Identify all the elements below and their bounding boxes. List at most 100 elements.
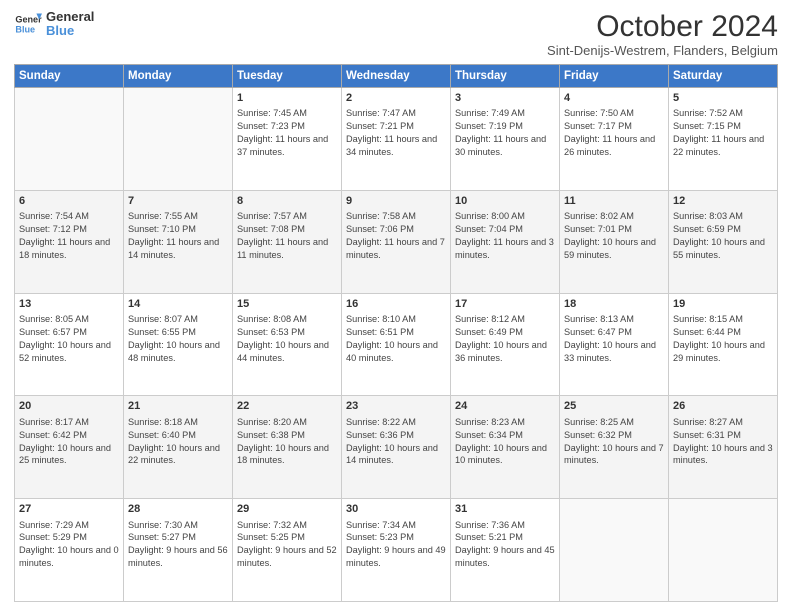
day-info: Sunrise: 8:23 AMSunset: 6:34 PMDaylight:… — [455, 416, 555, 468]
calendar-cell: 28 Sunrise: 7:30 AMSunset: 5:27 PMDayligh… — [124, 499, 233, 602]
day-info: Sunrise: 7:32 AMSunset: 5:25 PMDaylight:… — [237, 519, 337, 571]
week-row-2: 6Sunrise: 7:54 AMSunset: 7:12 PMDaylight… — [15, 190, 778, 293]
day-info: Sunrise: 7:45 AMSunset: 7:23 PMDaylight:… — [237, 107, 337, 159]
weekday-header-thursday: Thursday — [451, 65, 560, 88]
calendar-cell: 20Sunrise: 8:17 AMSunset: 6:42 PMDayligh… — [15, 396, 124, 499]
svg-text:Blue: Blue — [15, 25, 35, 35]
calendar-cell — [124, 88, 233, 191]
weekday-header-tuesday: Tuesday — [233, 65, 342, 88]
calendar-cell: 14Sunrise: 8:07 AMSunset: 6:55 PMDayligh… — [124, 293, 233, 396]
logo-icon: General Blue — [14, 10, 42, 38]
day-number: 18 — [564, 297, 664, 312]
day-info: Sunrise: 8:18 AMSunset: 6:40 PMDaylight:… — [128, 416, 228, 468]
day-number: 31 — [455, 502, 555, 517]
page: General Blue General Blue October 2024 S… — [0, 0, 792, 612]
week-row-3: 13Sunrise: 8:05 AMSunset: 6:57 PMDayligh… — [15, 293, 778, 396]
day-number: 5 — [673, 91, 773, 106]
day-info: Sunrise: 8:22 AMSunset: 6:36 PMDaylight:… — [346, 416, 446, 468]
day-number: 28 — [128, 502, 228, 517]
calendar-cell: 21 Sunrise: 8:18 AMSunset: 6:40 PMDayligh… — [124, 396, 233, 499]
day-info: Sunrise: 8:00 AMSunset: 7:04 PMDaylight:… — [455, 210, 555, 262]
day-number: 17 — [455, 297, 555, 312]
calendar-cell: 11Sunrise: 8:02 AMSunset: 7:01 PMDayligh… — [560, 190, 669, 293]
logo-blue: Blue — [46, 24, 94, 38]
weekday-header-row: SundayMondayTuesdayWednesdayThursdayFrid… — [15, 65, 778, 88]
day-info: Sunrise: 7:29 AMSunset: 5:29 PMDaylight:… — [19, 519, 119, 571]
day-info: Sunrise: 8:10 AMSunset: 6:51 PMDaylight:… — [346, 313, 446, 365]
day-info: Sunrise: 8:25 AMSunset: 6:32 PMDaylight:… — [564, 416, 664, 468]
day-number: 21 — [128, 399, 228, 414]
calendar-cell: 29 Sunrise: 7:32 AMSunset: 5:25 PMDayligh… — [233, 499, 342, 602]
day-number: 9 — [346, 194, 446, 209]
day-info: Sunrise: 7:52 AMSunset: 7:15 PMDaylight:… — [673, 107, 773, 159]
day-info: Sunrise: 7:34 AMSunset: 5:23 PMDaylight:… — [346, 519, 446, 571]
weekday-header-monday: Monday — [124, 65, 233, 88]
day-info: Sunrise: 8:15 AMSunset: 6:44 PMDaylight:… — [673, 313, 773, 365]
calendar-cell: 13Sunrise: 8:05 AMSunset: 6:57 PMDayligh… — [15, 293, 124, 396]
day-info: Sunrise: 8:27 AMSunset: 6:31 PMDaylight:… — [673, 416, 773, 468]
day-number: 29 — [237, 502, 337, 517]
calendar-cell: 9Sunrise: 7:58 AMSunset: 7:06 PMDaylight… — [342, 190, 451, 293]
title-block: October 2024 Sint-Denijs-Westrem, Flande… — [547, 10, 778, 58]
calendar-cell: 18Sunrise: 8:13 AMSunset: 6:47 PMDayligh… — [560, 293, 669, 396]
logo: General Blue General Blue — [14, 10, 94, 39]
calendar-cell: 4Sunrise: 7:50 AMSunset: 7:17 PMDaylight… — [560, 88, 669, 191]
day-number: 1 — [237, 91, 337, 106]
day-info: Sunrise: 8:07 AMSunset: 6:55 PMDaylight:… — [128, 313, 228, 365]
calendar-header: SundayMondayTuesdayWednesdayThursdayFrid… — [15, 65, 778, 88]
calendar-cell: 31 Sunrise: 7:36 AMSunset: 5:21 PMDayligh… — [451, 499, 560, 602]
day-info: Sunrise: 8:08 AMSunset: 6:53 PMDaylight:… — [237, 313, 337, 365]
calendar-cell: 24 Sunrise: 8:23 AMSunset: 6:34 PMDayligh… — [451, 396, 560, 499]
calendar-cell: 5Sunrise: 7:52 AMSunset: 7:15 PMDaylight… — [669, 88, 778, 191]
week-row-1: 1Sunrise: 7:45 AMSunset: 7:23 PMDaylight… — [15, 88, 778, 191]
day-info: Sunrise: 7:47 AMSunset: 7:21 PMDaylight:… — [346, 107, 446, 159]
day-number: 14 — [128, 297, 228, 312]
calendar-cell: 2Sunrise: 7:47 AMSunset: 7:21 PMDaylight… — [342, 88, 451, 191]
calendar-cell: 17Sunrise: 8:12 AMSunset: 6:49 PMDayligh… — [451, 293, 560, 396]
day-info: Sunrise: 7:49 AMSunset: 7:19 PMDaylight:… — [455, 107, 555, 159]
subtitle: Sint-Denijs-Westrem, Flanders, Belgium — [547, 43, 778, 58]
day-number: 8 — [237, 194, 337, 209]
day-number: 24 — [455, 399, 555, 414]
day-number: 12 — [673, 194, 773, 209]
calendar-cell: 1Sunrise: 7:45 AMSunset: 7:23 PMDaylight… — [233, 88, 342, 191]
calendar-cell — [15, 88, 124, 191]
day-number: 15 — [237, 297, 337, 312]
day-number: 16 — [346, 297, 446, 312]
calendar-cell: 7Sunrise: 7:55 AMSunset: 7:10 PMDaylight… — [124, 190, 233, 293]
day-number: 13 — [19, 297, 119, 312]
calendar-cell: 26Sunrise: 8:27 AMSunset: 6:31 PMDayligh… — [669, 396, 778, 499]
week-row-5: 27 Sunrise: 7:29 AMSunset: 5:29 PMDayligh… — [15, 499, 778, 602]
day-number: 11 — [564, 194, 664, 209]
day-info: Sunrise: 7:36 AMSunset: 5:21 PMDaylight:… — [455, 519, 555, 571]
day-info: Sunrise: 8:05 AMSunset: 6:57 PMDaylight:… — [19, 313, 119, 365]
calendar-cell: 8Sunrise: 7:57 AMSunset: 7:08 PMDaylight… — [233, 190, 342, 293]
day-info: Sunrise: 8:03 AMSunset: 6:59 PMDaylight:… — [673, 210, 773, 262]
day-info: Sunrise: 8:12 AMSunset: 6:49 PMDaylight:… — [455, 313, 555, 365]
calendar-cell: 10Sunrise: 8:00 AMSunset: 7:04 PMDayligh… — [451, 190, 560, 293]
day-number: 27 — [19, 502, 119, 517]
day-number: 4 — [564, 91, 664, 106]
day-number: 7 — [128, 194, 228, 209]
calendar-cell: 6Sunrise: 7:54 AMSunset: 7:12 PMDaylight… — [15, 190, 124, 293]
day-info: Sunrise: 7:58 AMSunset: 7:06 PMDaylight:… — [346, 210, 446, 262]
calendar-cell: 3Sunrise: 7:49 AMSunset: 7:19 PMDaylight… — [451, 88, 560, 191]
calendar-body: 1Sunrise: 7:45 AMSunset: 7:23 PMDaylight… — [15, 88, 778, 602]
weekday-header-friday: Friday — [560, 65, 669, 88]
day-number: 10 — [455, 194, 555, 209]
day-info: Sunrise: 8:02 AMSunset: 7:01 PMDaylight:… — [564, 210, 664, 262]
day-number: 23 — [346, 399, 446, 414]
calendar-cell — [560, 499, 669, 602]
day-info: Sunrise: 7:30 AMSunset: 5:27 PMDaylight:… — [128, 519, 228, 571]
week-row-4: 20Sunrise: 8:17 AMSunset: 6:42 PMDayligh… — [15, 396, 778, 499]
weekday-header-saturday: Saturday — [669, 65, 778, 88]
weekday-header-wednesday: Wednesday — [342, 65, 451, 88]
calendar-cell: 22Sunrise: 8:20 AMSunset: 6:38 PMDayligh… — [233, 396, 342, 499]
day-number: 6 — [19, 194, 119, 209]
day-info: Sunrise: 7:50 AMSunset: 7:17 PMDaylight:… — [564, 107, 664, 159]
calendar-cell: 30Sunrise: 7:34 AMSunset: 5:23 PMDayligh… — [342, 499, 451, 602]
day-info: Sunrise: 8:17 AMSunset: 6:42 PMDaylight:… — [19, 416, 119, 468]
calendar-cell: 19Sunrise: 8:15 AMSunset: 6:44 PMDayligh… — [669, 293, 778, 396]
calendar-cell: 15Sunrise: 8:08 AMSunset: 6:53 PMDayligh… — [233, 293, 342, 396]
weekday-header-sunday: Sunday — [15, 65, 124, 88]
